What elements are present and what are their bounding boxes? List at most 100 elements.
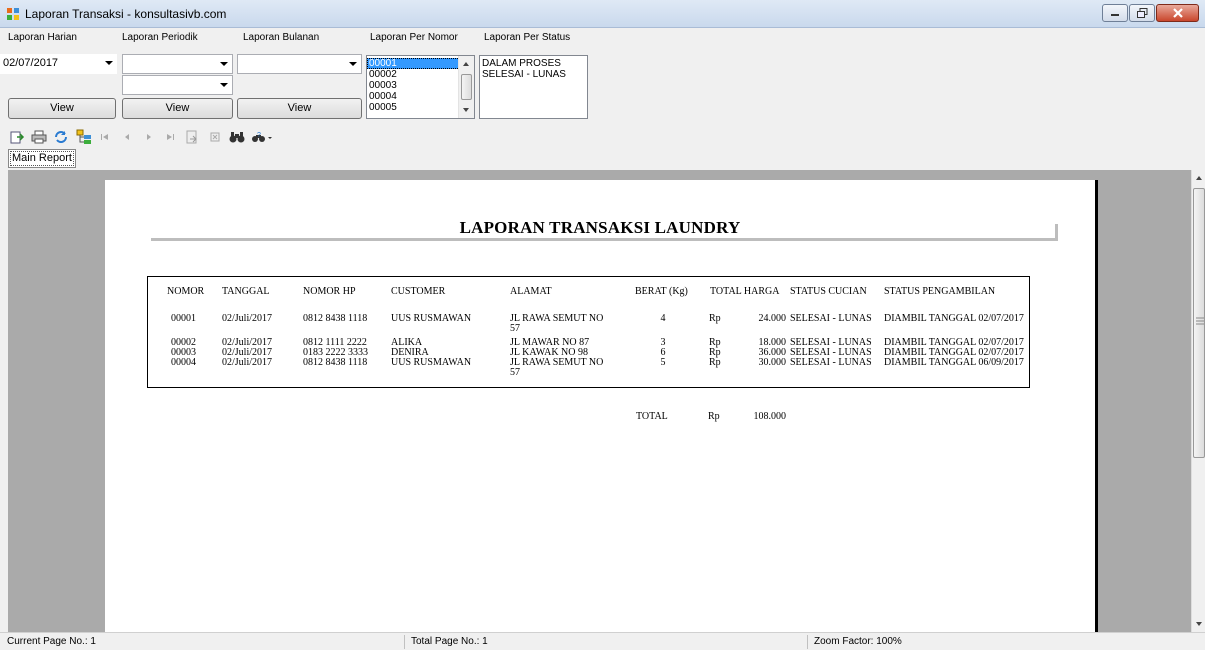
cell-status: SELESAI - LUNAS (790, 357, 872, 368)
cell-status: SELESAI - LUNAS (790, 313, 872, 324)
periodik-end-select[interactable] (122, 75, 233, 95)
cell-nomor: 00001 (171, 313, 196, 324)
bulanan-select[interactable] (237, 54, 362, 74)
export-icon (10, 131, 25, 144)
cell-tanggal: 02/Juli/2017 (222, 357, 273, 368)
harian-label: Laporan Harian (8, 32, 77, 43)
cell-customer: UUS RUSMAWAN (391, 357, 472, 368)
first-page-icon (101, 134, 108, 140)
cell-ambil: DIAMBIL TANGGAL 06/09/2017 (884, 357, 1024, 368)
periodik-label: Laporan Periodik (122, 32, 198, 43)
tab-main-report[interactable]: Main Report (8, 149, 76, 168)
report-viewer: LAPORAN TRANSAKSI LAUNDRY NOMOR TANGGAL … (8, 170, 1191, 632)
group-tree-button[interactable] (75, 128, 93, 146)
print-button[interactable] (30, 128, 48, 146)
status-label: Laporan Per Status (484, 32, 571, 43)
report-table: NOMOR TANGGAL NOMOR HP CUSTOMER ALAMAT B… (147, 276, 1030, 388)
current-page-status: Current Page No.: 1 (7, 636, 96, 647)
close-icon (1172, 8, 1183, 18)
cell-berat: 4 (660, 313, 666, 324)
refresh-icon (55, 131, 67, 143)
zoom-status: Zoom Factor: 100% (814, 636, 902, 647)
total-value: 108.000 (753, 411, 787, 422)
scroll-down-icon[interactable] (1195, 621, 1203, 627)
last-page-button[interactable] (161, 128, 179, 146)
cell-tanggal: 02/Juli/2017 (222, 313, 273, 324)
grip-icon (1196, 317, 1204, 325)
zoom-dropdown-button[interactable]: ? (250, 128, 274, 146)
scroll-thumb[interactable] (461, 74, 472, 100)
cell-nomor: 00004 (171, 357, 196, 368)
minimize-icon (1111, 14, 1119, 16)
column-header: NOMOR HP (303, 286, 356, 297)
list-item[interactable]: SELESAI - LUNAS (480, 69, 587, 80)
total-label: TOTAL (636, 411, 668, 422)
previous-page-button[interactable] (118, 128, 136, 146)
scroll-down-icon[interactable] (463, 108, 469, 112)
restore-icon (1136, 8, 1147, 18)
print-icon (31, 130, 47, 144)
title-underline (151, 238, 1058, 241)
harian-date-picker[interactable]: 02/07/2017 (0, 54, 117, 74)
maximize-button[interactable] (1129, 4, 1155, 22)
column-header: ALAMAT (510, 286, 552, 297)
next-page-icon (147, 134, 151, 140)
periodik-start-select[interactable] (122, 54, 233, 74)
periodik-view-button[interactable]: View (122, 98, 233, 119)
scroll-up-icon[interactable] (463, 62, 469, 66)
column-header: STATUS PENGAMBILAN (884, 286, 996, 297)
group-tree-icon (76, 129, 91, 144)
minimize-button[interactable] (1102, 4, 1128, 22)
search-button[interactable] (228, 128, 246, 146)
cell-harga: 30.000 (758, 357, 787, 368)
previous-page-icon (125, 134, 129, 140)
nomor-scrollbar[interactable] (458, 56, 474, 118)
chevron-down-icon (105, 61, 113, 65)
column-header: BERAT (Kg) (635, 286, 688, 297)
cell-customer: UUS RUSMAWAN (391, 313, 472, 324)
column-header: NOMOR (167, 286, 205, 297)
stop-button[interactable] (206, 128, 224, 146)
cell-harga: 24.000 (758, 313, 787, 324)
app-icon (7, 8, 19, 20)
cell-alamat: JL RAWA SEMUT NO (510, 313, 604, 324)
list-item[interactable]: DALAM PROSES (480, 58, 587, 69)
total-rp: Rp (708, 411, 720, 422)
goto-page-button[interactable] (183, 128, 201, 146)
bulanan-view-button[interactable]: View (237, 98, 362, 119)
nomor-listbox[interactable]: 00001 00002 00003 00004 00005 (366, 55, 475, 119)
cell-rp: Rp (709, 313, 721, 324)
next-page-button[interactable] (140, 128, 158, 146)
column-header: TOTAL HARGA (710, 286, 780, 297)
window-title: Laporan Transaksi - konsultasivb.com (25, 7, 227, 21)
cell-alamat: JL RAWA SEMUT NO (510, 357, 604, 368)
nomor-label: Laporan Per Nomor (370, 32, 458, 43)
scroll-up-icon[interactable] (1195, 175, 1203, 181)
status-divider (807, 635, 808, 649)
cell-alamat-cont: 57 (510, 323, 520, 334)
stop-icon (210, 132, 220, 142)
report-toolbar: ? (0, 128, 400, 148)
close-button[interactable] (1156, 4, 1199, 22)
status-bar: Current Page No.: 1 Total Page No.: 1 Zo… (0, 632, 1205, 650)
harian-view-button[interactable]: View (8, 98, 116, 119)
cell-ambil: DIAMBIL TANGGAL 02/07/2017 (884, 313, 1024, 324)
last-page-icon (167, 134, 174, 140)
status-listbox[interactable]: DALAM PROSES SELESAI - LUNAS (479, 55, 588, 119)
column-header: TANGGAL (222, 286, 270, 297)
export-button[interactable] (8, 128, 26, 146)
chevron-down-icon (349, 62, 357, 66)
title-bar: Laporan Transaksi - konsultasivb.com (0, 0, 1205, 28)
harian-date-value: 02/07/2017 (3, 57, 59, 69)
scroll-thumb[interactable] (1193, 188, 1205, 458)
bulanan-label: Laporan Bulanan (243, 32, 320, 43)
cell-berat: 5 (660, 357, 666, 368)
first-page-button[interactable] (96, 128, 114, 146)
cell-rp: Rp (709, 357, 721, 368)
chevron-down-icon (220, 83, 228, 87)
report-scrollbar[interactable] (1191, 170, 1205, 632)
refresh-button[interactable] (52, 128, 70, 146)
cell-hp: 0812 8438 1118 (303, 357, 368, 368)
status-divider (404, 635, 405, 649)
total-page-status: Total Page No.: 1 (411, 636, 488, 647)
